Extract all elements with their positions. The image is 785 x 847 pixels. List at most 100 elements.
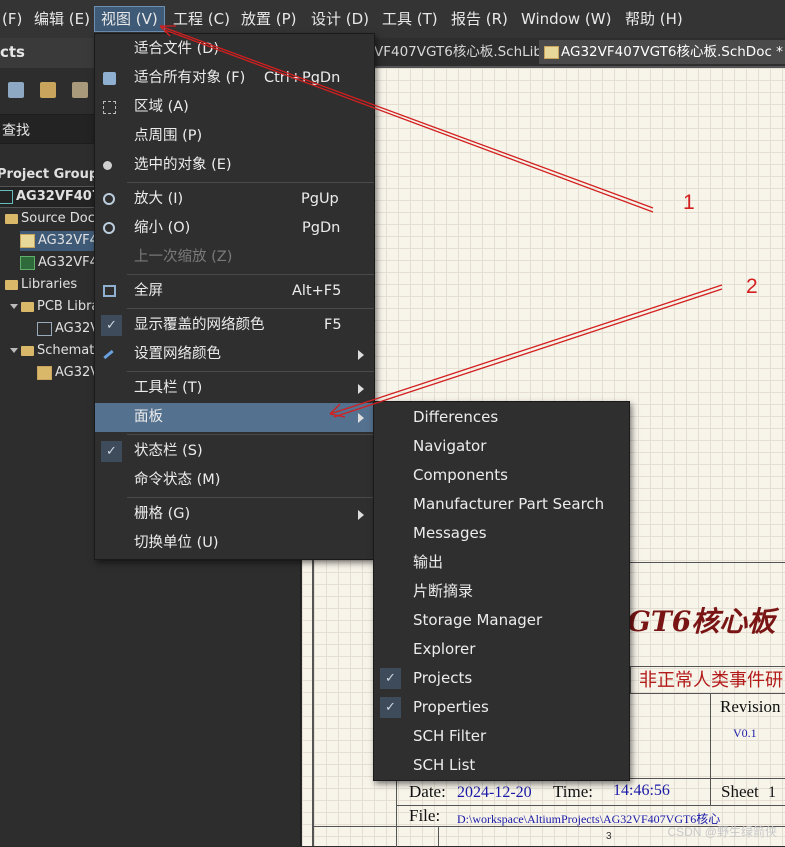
folder-icon (21, 345, 34, 356)
divider (438, 826, 439, 846)
watermark: CSDN @野生绿箭侠 (667, 825, 777, 839)
pcb-doc-icon (20, 255, 35, 270)
submenu-item-sch-list[interactable]: SCH List (374, 751, 629, 780)
pcb-lib-icon (37, 321, 52, 336)
menu-item-set-net-colors[interactable]: 设置网络颜色 (95, 340, 374, 369)
menu-item-command-status[interactable]: 命令状态 (M) (95, 466, 374, 495)
menu-item-toggle-units[interactable]: 切换单位 (U) (95, 529, 374, 558)
submenu-arrow-icon (358, 384, 364, 394)
menu-item-panels[interactable]: 面板 (95, 403, 374, 432)
checkmark-icon: ✓ (101, 315, 122, 336)
menu-item-fit-document[interactable]: 适合文件 (D) (95, 35, 374, 64)
area-icon (103, 101, 116, 114)
divider (396, 805, 785, 806)
menu-help[interactable]: 帮助 (H) (619, 7, 689, 31)
menu-item-toolbars[interactable]: 工具栏 (T) (95, 374, 374, 403)
submenu-item-components[interactable]: Components (374, 461, 629, 490)
fit-all-objects-icon (103, 72, 116, 85)
expand-icon[interactable] (10, 304, 18, 309)
menu-separator (127, 182, 374, 183)
menu-item-last-zoom: 上一次缩放 (Z) (134, 249, 233, 265)
tab-schdoc[interactable]: AG32VF407VGT6核心板.SchDoc * (539, 40, 785, 64)
zoom-out-icon (103, 222, 115, 234)
time-value: 14:46:56 (613, 782, 670, 799)
submenu-item-output[interactable]: 输出 (374, 548, 629, 577)
checkmark-icon: ✓ (380, 668, 401, 689)
tree-schematic-libraries[interactable]: Schemati (10, 341, 98, 361)
selected-objects-icon (103, 161, 112, 170)
menu-design[interactable]: 设计 (D) (305, 7, 375, 31)
annotation-label-1: 1 (683, 191, 695, 214)
expand-icon[interactable] (10, 348, 18, 353)
menu-edit[interactable]: 编辑 (E) (28, 7, 96, 31)
menu-item-status-bar[interactable]: ✓ 状态栏 (S) (95, 437, 374, 466)
menu-separator (127, 371, 374, 372)
tab-schlib[interactable]: VF407VGT6核心板.SchLib (368, 40, 548, 64)
menu-tools[interactable]: 工具 (T) (376, 7, 444, 31)
menu-item-selected-objects[interactable]: 选中的对象 (E) (95, 151, 374, 180)
title-block-title: GT6核心板 (627, 605, 776, 638)
revision-value: V0.1 (733, 726, 757, 740)
menu-place[interactable]: 放置 (P) (235, 7, 303, 31)
schematic-doc-icon (20, 233, 35, 248)
submenu-item-navigator[interactable]: Navigator (374, 432, 629, 461)
title-block-company: 非正常人类事件研 (630, 666, 785, 694)
menu-item-zoom-out[interactable]: 缩小 (O) PgDn (95, 214, 374, 243)
view-menu: 适合文件 (D) 适合所有对象 (F) Ctrl+PgDn 区域 (A) 点周围… (94, 33, 375, 560)
date-value: 2024-12-20 (457, 784, 532, 801)
sheet-label: Sheet (721, 782, 759, 801)
submenu-item-properties[interactable]: ✓ Properties (374, 693, 629, 722)
sch-lib-icon (37, 365, 52, 380)
save-project-icon[interactable] (8, 82, 24, 98)
submenu-item-sch-filter[interactable]: SCH Filter (374, 722, 629, 751)
menu-separator (127, 497, 374, 498)
submenu-arrow-icon (358, 413, 364, 423)
menu-item-around-point[interactable]: 点周围 (P) (95, 122, 374, 151)
submenu-arrow-icon (358, 510, 364, 520)
panels-submenu: Differences Navigator Components Manufac… (373, 401, 630, 781)
tree-schlib[interactable]: AG32V (37, 363, 99, 383)
menu-item-zoom-in[interactable]: 放大 (I) PgUp (95, 185, 374, 214)
annotation-label-2: 2 (746, 275, 758, 298)
submenu-item-storage-manager[interactable]: Storage Manager (374, 606, 629, 635)
menu-window[interactable]: Window (W) (515, 7, 617, 31)
submenu-item-snippets[interactable]: 片断摘录 (374, 577, 629, 606)
schematic-doc-icon (544, 46, 559, 59)
menu-reports[interactable]: 报告 (R) (445, 7, 514, 31)
menu-view[interactable]: 视图 (V) (94, 6, 165, 32)
menu-item-fullscreen[interactable]: 全屏 Alt+F5 (95, 277, 374, 306)
time-label: Time: (553, 782, 594, 801)
project-options-icon[interactable] (72, 82, 88, 98)
tree-pcblib[interactable]: AG32V (37, 319, 99, 339)
checkmark-icon: ✓ (101, 441, 122, 462)
open-project-icon[interactable] (40, 82, 56, 98)
tree-schdoc[interactable]: AG32VF4 (20, 231, 98, 251)
menu-item-fit-all-objects[interactable]: 适合所有对象 (F) Ctrl+PgDn (95, 64, 374, 93)
tree-pcb-libraries[interactable]: PCB Libra (10, 297, 99, 317)
menu-project[interactable]: 工程 (C) (167, 7, 236, 31)
submenu-item-explorer[interactable]: Explorer (374, 635, 629, 664)
tree-pcbdoc[interactable]: AG32VF4 (20, 253, 98, 273)
zone-number: 3 (606, 831, 612, 842)
submenu-arrow-icon (358, 350, 364, 360)
menu-item-area[interactable]: 区域 (A) (95, 93, 374, 122)
menu-item-show-net-colors[interactable]: ✓ 显示覆盖的网络颜色 F5 (95, 311, 374, 340)
menu-file[interactable]: (F) (0, 7, 28, 31)
revision-label: Revision (720, 697, 781, 716)
submenu-item-messages[interactable]: Messages (374, 519, 629, 548)
tree-libraries[interactable]: Libraries (5, 275, 77, 295)
menu-item-grid[interactable]: 栅格 (G) (95, 500, 374, 529)
tree-source-documents[interactable]: Source Doc (5, 209, 95, 229)
checkmark-icon: ✓ (380, 697, 401, 718)
tree-project-group[interactable]: Project Group (0, 165, 98, 185)
submenu-item-manufacturer-part-search[interactable]: Manufacturer Part Search (374, 490, 629, 519)
zoom-in-icon (103, 193, 115, 205)
date-label: Date: (409, 782, 446, 801)
submenu-item-projects[interactable]: ✓ Projects (374, 664, 629, 693)
folder-icon (5, 213, 18, 224)
menu-separator (127, 308, 374, 309)
fullscreen-icon (103, 285, 116, 297)
menu-separator (127, 274, 374, 275)
submenu-item-differences[interactable]: Differences (374, 403, 629, 432)
search-label: 查找 (2, 123, 30, 139)
